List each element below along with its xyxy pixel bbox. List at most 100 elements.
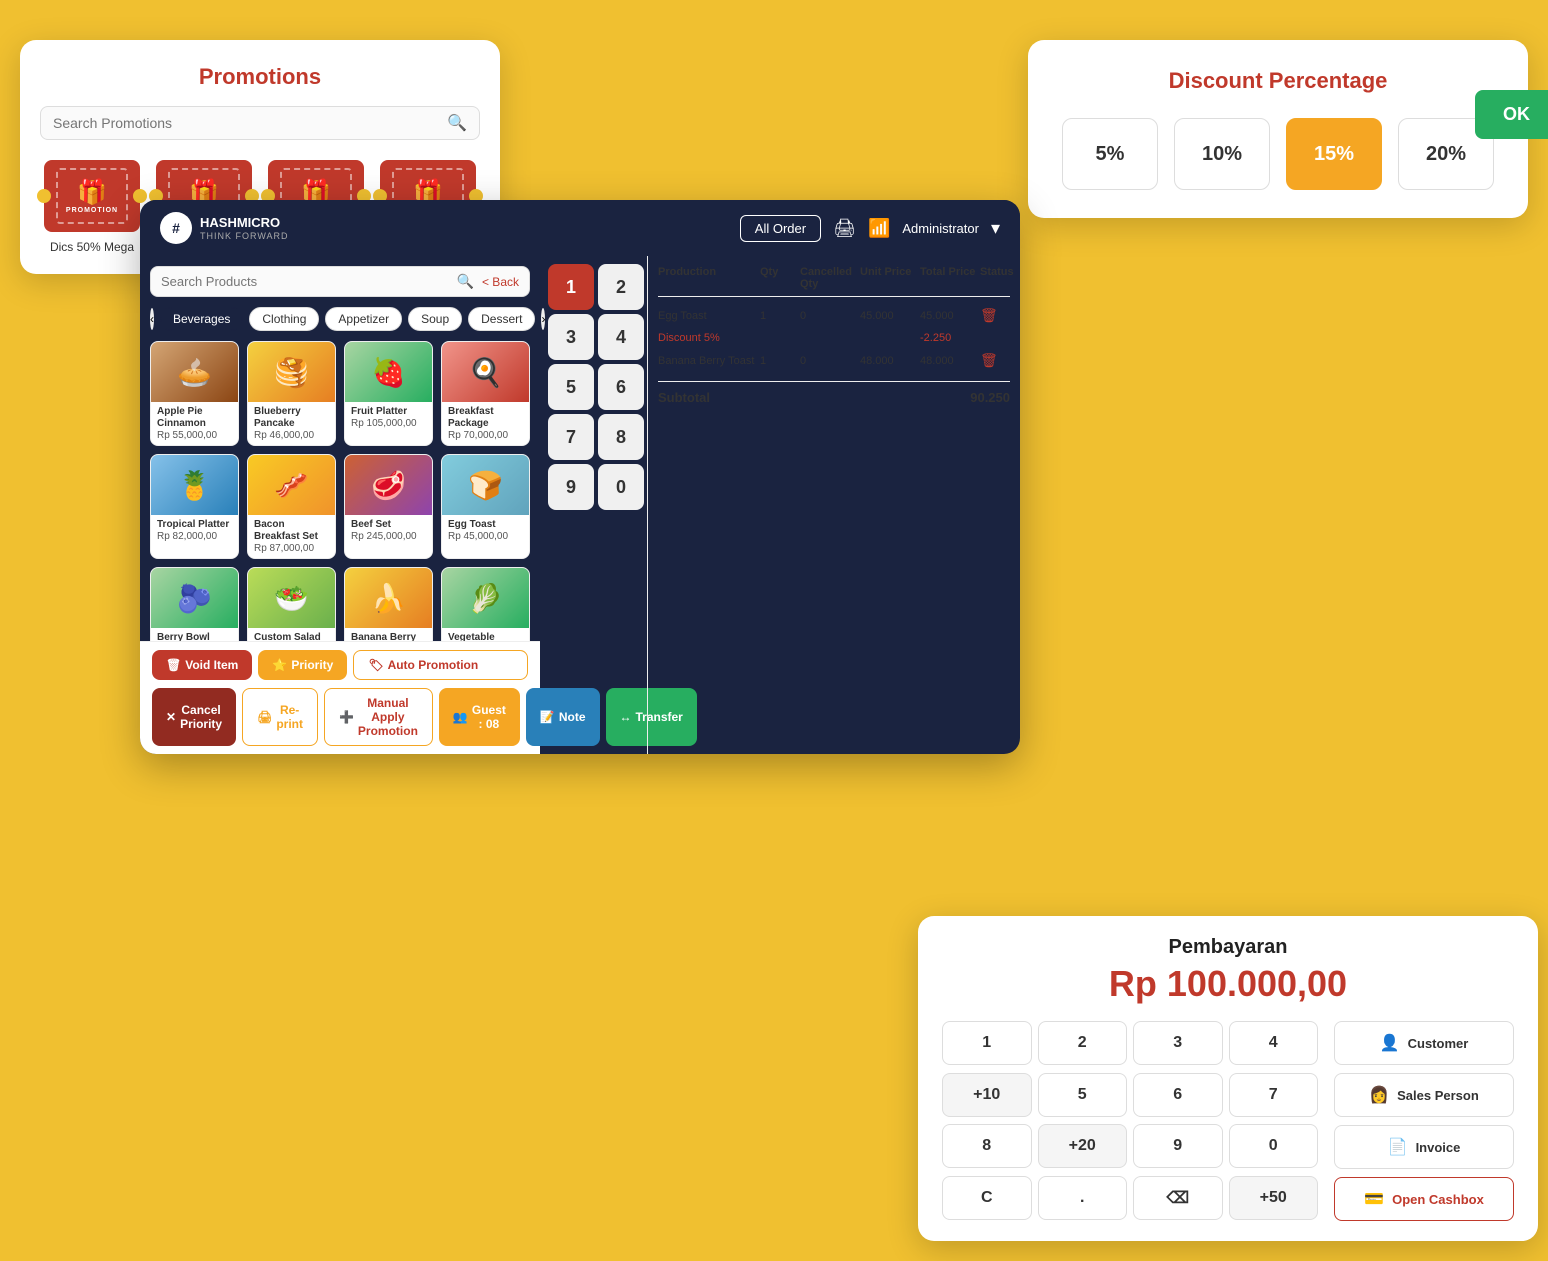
delete-icon[interactable]: 🗑 [980,352,1010,369]
product-name: Fruit Platter [351,406,426,418]
promo-label: PROMOTION [66,207,118,214]
promotions-search-input[interactable] [53,115,447,131]
product-search-input[interactable] [161,274,457,289]
chevron-down-icon[interactable]: ▾ [991,218,1000,239]
payment-key-6[interactable]: 6 [1133,1073,1223,1117]
payment-action-invoice[interactable]: 📄Invoice [1334,1125,1514,1169]
product-item[interactable]: 🍓 Fruit Platter Rp 105,000,00 [344,341,433,446]
admin-badge[interactable]: Administrator [902,221,979,236]
guest-button[interactable]: 👥 Guest : 08 [439,688,520,746]
num-key-2[interactable]: 2 [598,264,644,310]
product-info: Berry Bowl Rp 60,000,00 [151,628,238,641]
product-item[interactable]: 🥗 Custom Salad Rp 57,000,00 [247,567,336,641]
manual-apply-promotion-button[interactable]: ➕ Manual Apply Promotion [324,688,433,746]
promotions-title: Promotions [40,64,480,90]
product-image: 🥩 [345,455,432,515]
col-total-price: Total Price [920,266,980,290]
category-tab-clothing[interactable]: Clothing [249,307,319,331]
payment-action-open-cashbox[interactable]: 💳Open Cashbox [1334,1177,1514,1221]
promo-ticket[interactable]: 🎁 PROMOTION [44,160,140,232]
product-price: Rp 55,000,00 [157,430,232,441]
payment-key-0[interactable]: 0 [1229,1124,1319,1168]
reprint-button[interactable]: 🖨 Re-print [242,688,318,746]
print-icon[interactable]: 🖨 [833,218,856,239]
num-key-7[interactable]: 7 [548,414,594,460]
product-item[interactable]: 🫐 Berry Bowl Rp 60,000,00 [150,567,239,641]
product-item[interactable]: 🥩 Beef Set Rp 245,000,00 [344,454,433,559]
payment-key-dot[interactable]: . [1038,1176,1128,1220]
category-prev-arrow[interactable]: ‹ [150,308,154,330]
payment-key-⌫[interactable]: ⌫ [1133,1176,1223,1220]
num-key-5[interactable]: 5 [548,364,594,410]
product-item[interactable]: 🥧 Apple Pie Cinnamon Rp 55,000,00 [150,341,239,446]
search-icon: 🔍 [447,113,467,133]
pos-content: 🔍 < Back ‹ Beverages Clothing Appetizer … [140,256,1020,754]
payment-key-7[interactable]: 7 [1229,1073,1319,1117]
product-search-bar[interactable]: 🔍 < Back [150,266,530,297]
order-table-header: Production Qty Cancelled Qty Unit Price … [658,266,1010,297]
payment-key-5[interactable]: 5 [1038,1073,1128,1117]
product-item[interactable]: 🍍 Tropical Platter Rp 82,000,00 [150,454,239,559]
product-price: Rp 87,000,00 [254,543,329,554]
product-image: 🥬 [442,568,529,628]
category-tab-appetizer[interactable]: Appetizer [325,307,402,331]
num-key-4[interactable]: 4 [598,314,644,360]
num-key-0[interactable]: 0 [598,464,644,510]
product-item[interactable]: 🍞 Egg Toast Rp 45,000,00 [441,454,530,559]
num-key-8[interactable]: 8 [598,414,644,460]
payment-key-plus10[interactable]: +10 [942,1073,1032,1117]
product-image: 🥞 [248,342,335,402]
num-key-6[interactable]: 6 [598,364,644,410]
payment-key-plus50[interactable]: +50 [1229,1176,1319,1220]
category-tab-soup[interactable]: Soup [408,307,462,331]
promotions-search-bar[interactable]: 🔍 [40,106,480,140]
payment-key-9[interactable]: 9 [1133,1124,1223,1168]
product-item[interactable]: 🥞 Blueberry Pancake Rp 46,000,00 [247,341,336,446]
payment-key-C[interactable]: C [942,1176,1032,1220]
product-item[interactable]: 🍳 Breakfast Package Rp 70,000,00 [441,341,530,446]
product-item[interactable]: 🥬 Vegetable Salad Rp 46,000,00 [441,567,530,641]
category-tab-dessert[interactable]: Dessert [468,307,535,331]
gift-icon: 🎁 [77,178,107,207]
void-item-button[interactable]: 🗑 Void Item [152,650,252,680]
payment-key-8[interactable]: 8 [942,1124,1032,1168]
all-order-button[interactable]: All Order [740,215,821,242]
delete-icon[interactable]: 🗑 [980,307,1010,324]
order-item-unit: 48.000 [860,355,920,367]
num-key-3[interactable]: 3 [548,314,594,360]
product-item[interactable]: 🍌 Banana Berry Toast Rp 48,000,00 [344,567,433,641]
sales-person-icon: 👩 [1369,1085,1389,1105]
product-name: Banana Berry Toast [351,632,426,641]
priority-button[interactable]: ⭐ Priority [258,650,347,680]
order-item-name: Banana Berry Toast [658,355,760,367]
promo-item[interactable]: 🎁 PROMOTION Dics 50% Mega [42,160,142,254]
product-image: 🍍 [151,455,238,515]
payment-action-customer[interactable]: 👤Customer [1334,1021,1514,1065]
payment-key-plus20[interactable]: +20 [1038,1124,1128,1168]
product-item[interactable]: 🥓 Bacon Breakfast Set Rp 87,000,00 [247,454,336,559]
num-key-1[interactable]: 1 [548,264,594,310]
open-cashbox-icon: 💳 [1364,1189,1384,1209]
payment-numpad: 1234 +10567 8+2090 C.⌫+50 [942,1021,1318,1221]
payment-key-4[interactable]: 4 [1229,1021,1319,1065]
discount-option-5[interactable]: 5% [1062,118,1158,190]
pos-logo: # HASHMICRO THINK FORWARD [160,212,289,244]
category-tab-beverages[interactable]: Beverages [160,307,243,331]
order-col: Production Qty Cancelled Qty Unit Price … [648,256,1020,754]
product-name: Tropical Platter [157,519,232,531]
discount-option-10[interactable]: 10% [1174,118,1270,190]
back-link[interactable]: < Back [482,275,519,289]
pos-actions: 🗑 Void Item ⭐ Priority 🏷 Auto Promotion … [140,641,540,754]
product-image: 🍌 [345,568,432,628]
discount-option-15[interactable]: 15% [1286,118,1382,190]
num-key-9[interactable]: 9 [548,464,594,510]
order-item-cancelled: 0 [800,355,860,367]
cancel-priority-button[interactable]: ✕ Cancel Priority [152,688,236,746]
payment-key-2[interactable]: 2 [1038,1021,1128,1065]
payment-key-3[interactable]: 3 [1133,1021,1223,1065]
payment-action-sales-person[interactable]: 👩Sales Person [1334,1073,1514,1117]
product-image: 🍳 [442,342,529,402]
ok-button[interactable]: OK [1475,90,1548,139]
auto-promotion-button[interactable]: 🏷 Auto Promotion [353,650,528,680]
payment-key-1[interactable]: 1 [942,1021,1032,1065]
